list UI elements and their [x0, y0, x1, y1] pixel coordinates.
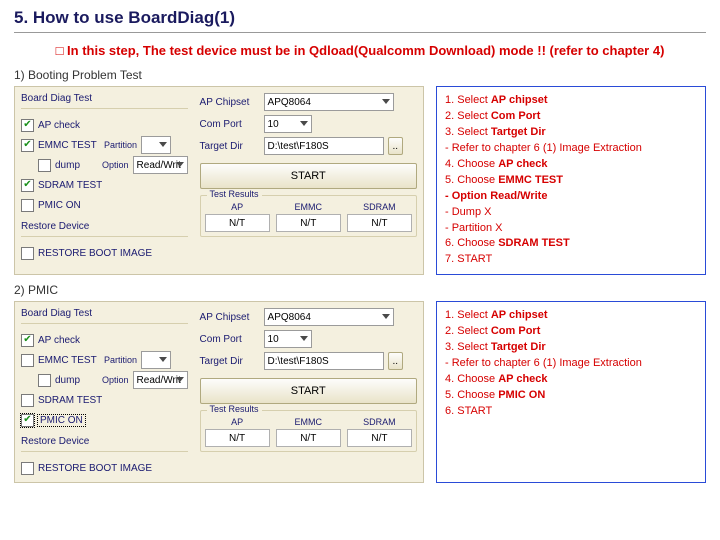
group-board-diag: Board Diag Test [21, 93, 188, 104]
res-emmc-val: N/T [276, 214, 341, 232]
ap-check-checkbox-2[interactable] [21, 334, 34, 347]
results-title: Test Results [207, 189, 262, 199]
emmc-label-2: EMMC TEST [38, 355, 100, 366]
start-button[interactable]: START [200, 163, 417, 189]
sdram-checkbox[interactable] [21, 179, 34, 192]
option-label: Option [102, 160, 129, 170]
option-value: Read/Writ [137, 160, 181, 171]
emmc-label: EMMC TEST [38, 140, 100, 151]
res-emmc-head: EMMC [276, 202, 341, 212]
dump-label: dump [55, 160, 98, 171]
comport-value-2: 10 [268, 334, 279, 345]
browse-button[interactable]: .. [388, 137, 404, 155]
partition-label: Partition [104, 140, 137, 150]
ap-chipset-select[interactable]: APQ8064 [264, 93, 394, 111]
group-restore: Restore Device [21, 221, 188, 232]
dump-checkbox[interactable] [38, 159, 51, 172]
page-title: 5. How to use BoardDiag(1) [14, 8, 706, 33]
partition-label-2: Partition [104, 355, 137, 365]
ap-chipset-value: APQ8064 [268, 97, 311, 108]
emmc-checkbox[interactable] [21, 139, 34, 152]
res-emmc-val-2: N/T [276, 429, 341, 447]
res-ap-head-2: AP [205, 417, 270, 427]
partition-select-2[interactable] [141, 351, 171, 369]
ap-check-label: AP check [38, 120, 80, 131]
target-value: D:\test\F180S [268, 141, 329, 152]
option-label-2: Option [102, 375, 129, 385]
option-select-2[interactable]: Read/Writ [133, 371, 188, 389]
board-diag-panel-1: Board Diag Test AP check EMMC TEST Parti… [14, 86, 424, 275]
target-input[interactable]: D:\test\F180S [264, 137, 384, 155]
option-select[interactable]: Read/Writ [133, 156, 188, 174]
start-button-2[interactable]: START [200, 378, 417, 404]
comport-label: Com Port [200, 119, 260, 130]
group-restore-2: Restore Device [21, 436, 188, 447]
ap-chipset-value-2: APQ8064 [268, 312, 311, 323]
res-ap-val-2: N/T [205, 429, 270, 447]
comport-select-2[interactable]: 10 [264, 330, 312, 348]
ap-check-label-2: AP check [38, 335, 80, 346]
target-input-2[interactable]: D:\test\F180S [264, 352, 384, 370]
comport-select[interactable]: 10 [264, 115, 312, 133]
target-value-2: D:\test\F180S [268, 356, 329, 367]
sdram-label: SDRAM TEST [38, 180, 102, 191]
sdram-checkbox-2[interactable] [21, 394, 34, 407]
target-label: Target Dir [200, 141, 260, 152]
ap-chipset-label: AP Chipset [200, 97, 260, 108]
board-diag-panel-2: Board Diag Test AP check EMMC TEST Parti… [14, 301, 424, 483]
restore-checkbox[interactable] [21, 247, 34, 260]
res-sdram-head-2: SDRAM [347, 417, 412, 427]
res-ap-head: AP [205, 202, 270, 212]
pmic-label: PMIC ON [38, 200, 81, 211]
warning-text: □ In this step, The test device must be … [14, 43, 706, 58]
res-sdram-val-2: N/T [347, 429, 412, 447]
pmic-checkbox[interactable] [21, 199, 34, 212]
dump-checkbox-2[interactable] [38, 374, 51, 387]
browse-button-2[interactable]: .. [388, 352, 404, 370]
test-results-group: Test Results AP N/T EMMC N/T SDRAM N/T [200, 195, 417, 237]
restore-label-2: RESTORE BOOT IMAGE [38, 463, 152, 474]
emmc-checkbox-2[interactable] [21, 354, 34, 367]
comport-label-2: Com Port [200, 334, 260, 345]
ap-chipset-label-2: AP Chipset [200, 312, 260, 323]
results-title-2: Test Results [207, 404, 262, 414]
res-emmc-head-2: EMMC [276, 417, 341, 427]
res-sdram-head: SDRAM [347, 202, 412, 212]
res-ap-val: N/T [205, 214, 270, 232]
restore-label: RESTORE BOOT IMAGE [38, 248, 152, 259]
dump-label-2: dump [55, 375, 98, 386]
ap-check-checkbox[interactable] [21, 119, 34, 132]
pmic-label-2: PMIC ON [38, 415, 85, 426]
target-label-2: Target Dir [200, 356, 260, 367]
ap-chipset-select-2[interactable]: APQ8064 [264, 308, 394, 326]
instructions-box-2: 1. Select AP chipset 2. Select Com Port … [436, 301, 706, 483]
test-results-group-2: Test Results AP N/T EMMC N/T SDRAM N/T [200, 410, 417, 452]
restore-checkbox-2[interactable] [21, 462, 34, 475]
partition-select[interactable] [141, 136, 171, 154]
res-sdram-val: N/T [347, 214, 412, 232]
option-value-2: Read/Writ [137, 375, 181, 386]
pmic-checkbox-2[interactable] [21, 414, 34, 427]
section2-heading: 2) PMIC [14, 283, 706, 297]
comport-value: 10 [268, 119, 279, 130]
section1-heading: 1) Booting Problem Test [14, 68, 706, 82]
instructions-box-1: 1. Select AP chipset 2. Select Com Port … [436, 86, 706, 275]
group-board-diag-2: Board Diag Test [21, 308, 188, 319]
sdram-label-2: SDRAM TEST [38, 395, 102, 406]
